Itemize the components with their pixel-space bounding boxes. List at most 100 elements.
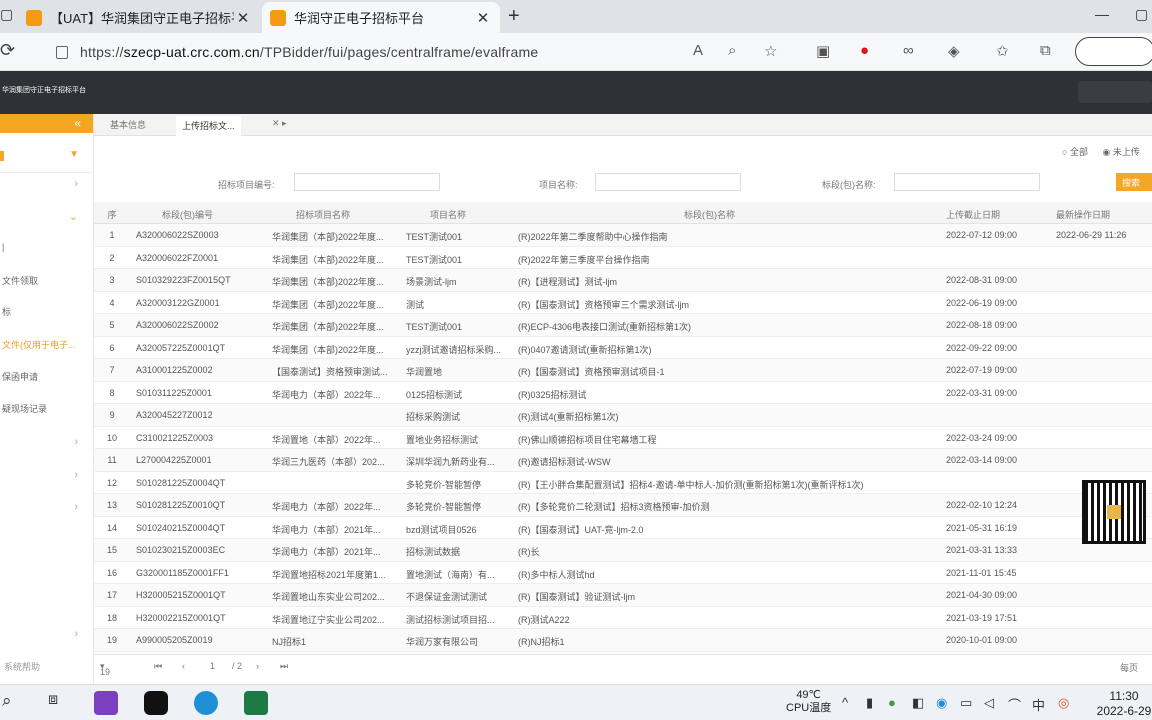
table-row[interactable]: 11 L270004225Z0001 华润三九医药（本部）202... 深圳华润九新药… (94, 449, 1152, 472)
cell-pkg[interactable]: (R)【国泰测试】资格预审测试项目-1 (518, 365, 938, 378)
collapse-icon[interactable]: « (74, 116, 81, 130)
sidebar-help-link[interactable]: 系统帮助 (4, 660, 40, 673)
battery-icon[interactable]: ▭ (960, 695, 972, 711)
last-page-icon[interactable]: ⏭ (280, 661, 288, 672)
cell-pkg[interactable]: (R)长 (518, 545, 938, 558)
header-code[interactable]: 标段(包)编号 (136, 208, 256, 221)
wifi-icon[interactable]: ⌒ (1008, 695, 1021, 714)
cell-pkg[interactable]: (R)测试A222 (518, 613, 938, 626)
clock[interactable]: 11:30 2022-6-29 (1096, 689, 1152, 719)
prev-page-icon[interactable]: ‹ (182, 661, 185, 671)
capcut-icon[interactable] (144, 691, 168, 715)
header-name[interactable]: 项目名称 (406, 208, 508, 221)
profile-button[interactable] (1075, 37, 1152, 66)
cell-pkg[interactable]: (R)【国泰测试】UAT-竞-ljm-2.0 (518, 523, 938, 536)
onenote-icon[interactable] (94, 691, 118, 715)
tab-basic-info[interactable]: 基本信息 (110, 118, 146, 131)
table-row[interactable]: 7 A310001225Z0002 【国泰测试】资格预审测试... 华润置地 (R)【国… (94, 359, 1152, 382)
table-row[interactable]: 14 S010240215Z0004QT 华润电力（本部）2021年... bzd测试… (94, 517, 1152, 539)
cell-pkg[interactable]: (R)佛山顺德招标项目住宅幕墙工程 (518, 433, 938, 446)
sidebar-item-group-d[interactable]: › (0, 626, 94, 646)
table-row[interactable]: 15 S010230215Z0003EC 华润电力（本部）2021年... 招标测试数… (94, 539, 1152, 562)
puzzle-extension-icon[interactable]: ◈ (948, 42, 960, 60)
cell-pkg[interactable]: (R)ECP-4306电表接口测试(重新招标第1次) (518, 320, 938, 333)
sidebar-selected-group[interactable]: ▼ (0, 139, 93, 173)
extension-icon[interactable]: ▣ (816, 42, 830, 60)
browser-tab-active[interactable]: 华润守正电子招标平台 ✕ (262, 2, 500, 33)
table-row[interactable]: 1 A320006022SZ0003 华润集团（本部)2022年度... TEST测试… (94, 224, 1152, 247)
new-tab-button[interactable]: + (508, 5, 520, 28)
tab-upload-bid[interactable]: 上传招标文... (176, 116, 241, 136)
header-last-op[interactable]: 最新操作日期 (1056, 208, 1146, 221)
cell-pkg[interactable]: (R)0407邀请测试(重新招标第1次) (518, 343, 938, 356)
table-row[interactable]: 2 A320006022FZ0001 华润集团（本部)2022年度... TEST测试… (94, 247, 1152, 269)
table-row[interactable]: 12 S010281225Z0004QT 多轮竞价-智能暂停 (R)【王小胖合集配置测… (94, 472, 1152, 494)
chevron-up-icon[interactable]: ^ (842, 695, 848, 710)
favorite-star-icon[interactable]: ☆ (764, 42, 777, 60)
search-button[interactable]: 搜索 (1116, 173, 1152, 191)
notes-tray-icon[interactable]: ◧ (912, 695, 924, 711)
table-row[interactable]: 10 C310021225Z0003 华润置地（本部）2022年... 置地业务招标测… (94, 427, 1152, 449)
refresh-icon[interactable]: ⟳ (0, 40, 15, 61)
zoom-icon[interactable]: ⌕ (728, 42, 736, 59)
table-row[interactable]: 8 S010311225Z0001 华润电力（本部）2022年... 0125招标测试… (94, 382, 1152, 404)
close-tab-icon[interactable]: ✕ (474, 9, 492, 27)
header-index[interactable]: 序 (102, 208, 122, 221)
cell-pkg[interactable]: (R)0325招标测试 (518, 388, 938, 401)
cell-pkg[interactable]: (R)【国泰测试】验证测试-ljm (518, 590, 938, 603)
table-row[interactable]: 17 H320005215Z0001QT 华润置地山东实业公司202... 不退保证金… (94, 584, 1152, 607)
sidebar-item-records[interactable]: 疑现场记录 (0, 402, 94, 422)
glasses-extension-icon[interactable]: ∞ (903, 42, 914, 59)
cell-pkg[interactable]: (R)2022年第二季度帮助中心操作指南 (518, 230, 938, 243)
cell-pkg[interactable]: (R)2022年第三季度平台操作指南 (518, 253, 938, 266)
notification-icon[interactable]: ◎ (1058, 695, 1069, 711)
cell-pkg[interactable]: (R)【进程测试】测试-ljm (518, 275, 938, 288)
sidebar-item-upload[interactable]: 文件(仅用于电子... (0, 338, 94, 358)
sidebar-item-dot[interactable]: | (0, 242, 94, 262)
table-row[interactable]: 4 A320003122GZ0001 华润集团（本部)2022年度... 测试 (R)【… (94, 292, 1152, 314)
page-input[interactable]: 1 (210, 661, 215, 671)
header-user-button[interactable] (1078, 81, 1152, 103)
table-row[interactable]: 9 A320045227Z0012 招标采购测试 (R)测试4(重新招标第1次) (94, 404, 1152, 427)
radio-all[interactable]: ○ 全部 (1062, 147, 1094, 157)
header-deadline[interactable]: 上传截止日期 (946, 208, 1030, 221)
table-row[interactable]: 19 A990005205Z0019 NJ招标1 华润万家有限公司 (R)NJ招标1 20… (94, 629, 1152, 652)
radio-not-uploaded[interactable]: ◉ 未上传 (1102, 147, 1145, 157)
header-package[interactable]: 标段(包)名称 (518, 208, 938, 221)
cell-pkg[interactable]: (R)邀请招标测试-WSW (518, 455, 938, 468)
restore-button[interactable]: ▢ (1135, 6, 1148, 23)
table-row[interactable]: 16 G320001185Z0001FF1 华润置地招标2021年度第1... 置地测… (94, 562, 1152, 584)
next-page-icon[interactable]: › (256, 661, 259, 671)
read-aloud-icon[interactable]: A (693, 42, 703, 59)
cell-pkg[interactable]: (R)测试4(重新招标第1次) (518, 410, 938, 423)
table-row[interactable]: 3 S010329223FZ0015QT 华润集团（本部)2022年度... 场景测试… (94, 269, 1152, 292)
table-row[interactable]: 6 A320057225Z0001QT 华润集团（本部)2022年度... yzzj测… (94, 337, 1152, 359)
sidebar-item-guarantee[interactable]: 保函申请 (0, 370, 94, 390)
minimize-button[interactable]: — (1095, 6, 1109, 22)
edge-tray-icon[interactable]: ◉ (936, 695, 947, 711)
sidebar-collapse-bar[interactable]: « (0, 114, 93, 133)
ime-icon[interactable]: 中 (1032, 695, 1045, 714)
first-page-icon[interactable]: ⏮ (154, 661, 162, 672)
sidebar-item-file-receive[interactable]: 文件领取 (0, 274, 94, 294)
filter-input-name[interactable] (595, 173, 741, 191)
sidebar-item-1[interactable]: › (0, 176, 94, 196)
mic-icon[interactable]: ▮ (866, 695, 873, 711)
sidebar-item-bid[interactable]: 标 (0, 305, 94, 325)
edge-icon[interactable] (194, 691, 218, 715)
filter-input-package[interactable] (894, 173, 1040, 191)
app-tray-icon[interactable]: ● (888, 695, 896, 710)
cell-pkg[interactable]: (R)【国泰测试】资格预审三个需求测试-ljm (518, 298, 938, 311)
cell-pkg[interactable]: (R)【多轮竞价二轮测试】招标3资格预审-加价测 (518, 500, 938, 513)
excel-icon[interactable] (244, 691, 268, 715)
filter-input-code[interactable] (294, 173, 440, 191)
close-tab-icon[interactable]: ✕ ▸ (272, 118, 287, 129)
table-row[interactable]: 5 A320006022SZ0002 华润集团（本部)2022年度... TEST测试… (94, 314, 1152, 337)
browser-tab-uat[interactable]: 【UAT】华润集团守正电子招标平 ✕ (18, 2, 260, 33)
search-icon[interactable]: ⌕ (2, 691, 12, 711)
sidebar-item-group-a[interactable]: › (0, 434, 94, 454)
sidebar-item-2[interactable]: ⌄ (0, 208, 94, 228)
table-row[interactable]: 18 H320002215Z0001QT 华润置地辽宁实业公司202... 测试招标测… (94, 607, 1152, 629)
header-project[interactable]: 招标项目名称 (272, 208, 390, 221)
table-row[interactable]: 13 S010281225Z0010QT 华润电力（本部）2022年... 多轮竞价-… (94, 494, 1152, 517)
